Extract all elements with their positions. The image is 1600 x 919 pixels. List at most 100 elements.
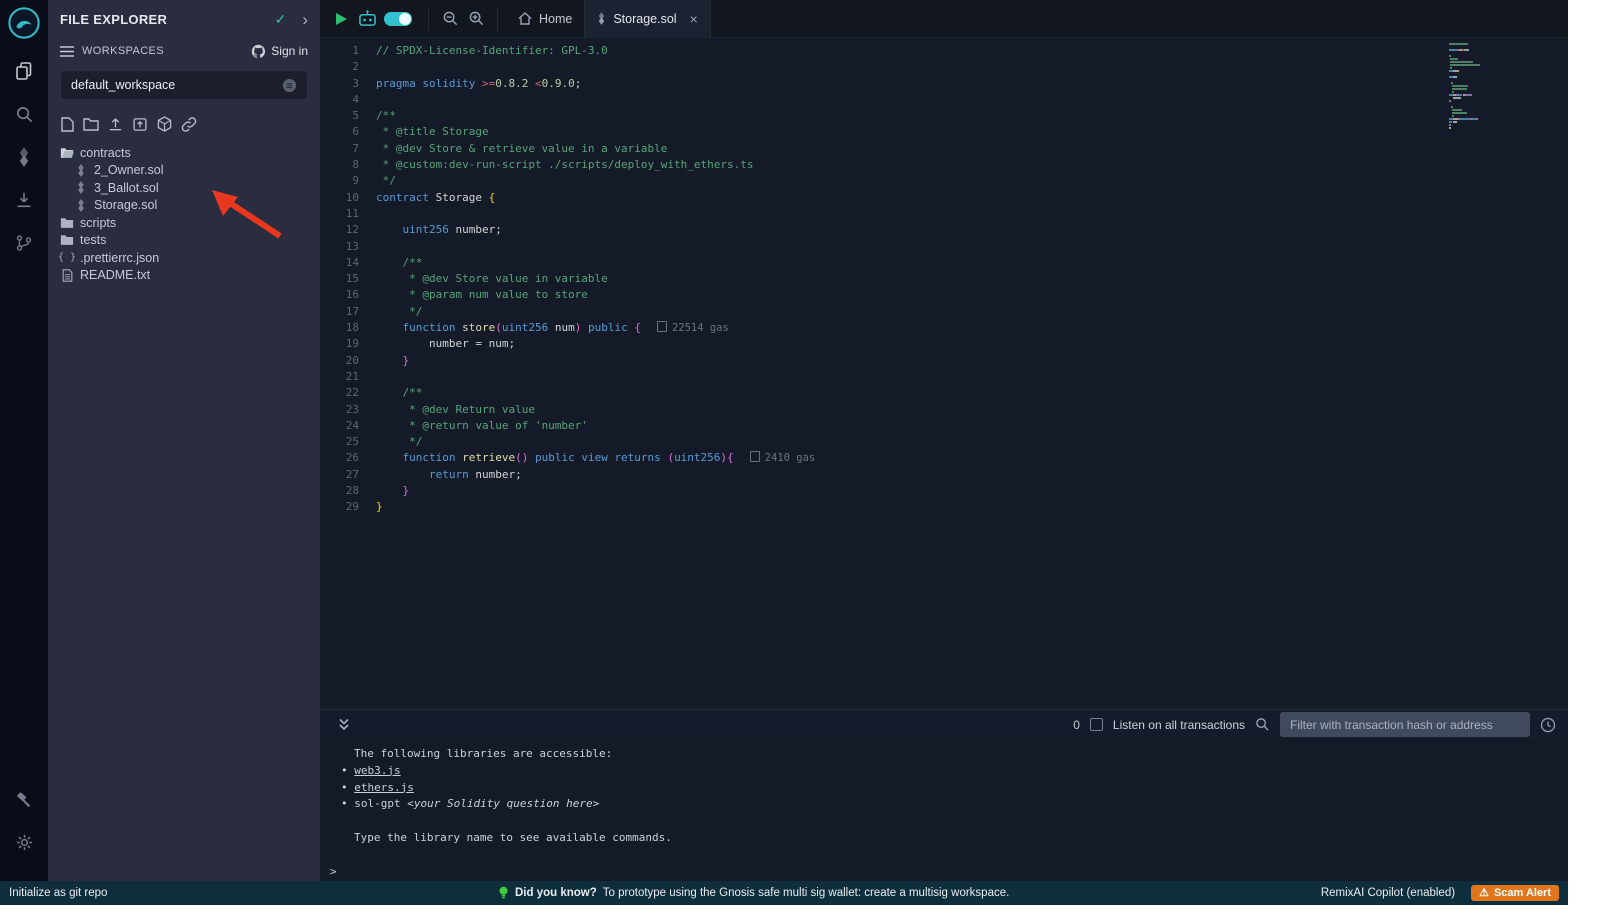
settings-icon[interactable] — [13, 831, 35, 853]
code-line[interactable]: 20 } — [320, 353, 1568, 369]
link-icon[interactable] — [181, 117, 197, 132]
line-number[interactable]: 15 — [320, 271, 376, 287]
line-number[interactable]: 29 — [320, 499, 376, 515]
code-line[interactable]: 15 * @dev Store value in variable — [320, 271, 1568, 287]
init-git-repo-button[interactable]: Initialize as git repo — [0, 887, 107, 899]
new-file-icon[interactable] — [61, 117, 74, 132]
search-icon[interactable] — [13, 103, 35, 125]
line-number[interactable]: 27 — [320, 467, 376, 483]
tree-item-storage-sol[interactable]: Storage.sol — [48, 197, 320, 215]
collapse-terminal-icon[interactable] — [338, 718, 350, 731]
line-number[interactable]: 4 — [320, 92, 376, 108]
code-line[interactable]: 21 — [320, 369, 1568, 385]
listen-checkbox[interactable] — [1090, 718, 1103, 731]
line-number[interactable]: 2 — [320, 59, 376, 75]
line-number[interactable]: 8 — [320, 157, 376, 173]
ai-assistant-icon[interactable] — [354, 7, 380, 31]
code-line[interactable]: 24 * @return value of 'number' — [320, 418, 1568, 434]
code-line[interactable]: 28 } — [320, 483, 1568, 499]
line-number[interactable]: 26 — [320, 450, 376, 466]
check-icon[interactable]: ✓ — [275, 11, 287, 28]
terminal[interactable]: The following libraries are accessible:•… — [320, 739, 1568, 881]
line-number[interactable]: 6 — [320, 124, 376, 140]
code-line[interactable]: 23 * @dev Return value — [320, 402, 1568, 418]
tree-item-contracts[interactable]: contracts — [48, 144, 320, 162]
terminal-link[interactable]: web3.js — [354, 764, 400, 777]
close-tab-icon[interactable]: × — [690, 11, 698, 27]
code-line[interactable]: 14 /** — [320, 255, 1568, 271]
remix-logo[interactable] — [7, 6, 41, 40]
git-icon[interactable] — [13, 232, 35, 254]
upload-file-icon[interactable] — [108, 117, 123, 132]
workspace-options-icon[interactable] — [282, 78, 297, 93]
terminal-link[interactable]: ethers.js — [354, 781, 414, 794]
tree-item-3-ballot-sol[interactable]: 3_Ballot.sol — [48, 179, 320, 197]
code-line[interactable]: 29} — [320, 499, 1568, 515]
hamburger-menu-icon[interactable] — [60, 46, 74, 57]
line-number[interactable]: 21 — [320, 369, 376, 385]
code-line[interactable]: 6 * @title Storage — [320, 124, 1568, 140]
workspace-select[interactable]: default_workspace — [61, 71, 307, 99]
line-number[interactable]: 13 — [320, 239, 376, 255]
code-editor[interactable]: 1// SPDX-License-Identifier: GPL-3.023pr… — [320, 38, 1568, 709]
filter-input[interactable] — [1280, 712, 1530, 737]
sign-in-button[interactable]: Sign in — [251, 44, 308, 59]
code-line[interactable]: 11 — [320, 206, 1568, 222]
tree-item-tests[interactable]: tests — [48, 232, 320, 250]
line-number[interactable]: 11 — [320, 206, 376, 222]
code-line[interactable]: 17 */ — [320, 304, 1568, 320]
line-number[interactable]: 25 — [320, 434, 376, 450]
line-number[interactable]: 19 — [320, 336, 376, 352]
history-clock-icon[interactable] — [1540, 717, 1556, 733]
line-number[interactable]: 9 — [320, 173, 376, 189]
code-line[interactable]: 1// SPDX-License-Identifier: GPL-3.0 — [320, 43, 1568, 59]
code-line[interactable]: 18 function store(uint256 num) public {2… — [320, 320, 1568, 336]
code-line[interactable]: 4 — [320, 92, 1568, 108]
tree-item-readme-txt[interactable]: README.txt — [48, 267, 320, 285]
code-line[interactable]: 3pragma solidity >=0.8.2 <0.9.0; — [320, 76, 1568, 92]
file-explorer-icon[interactable] — [13, 60, 35, 82]
copilot-toggle[interactable] — [384, 12, 412, 26]
line-number[interactable]: 23 — [320, 402, 376, 418]
line-number[interactable]: 7 — [320, 141, 376, 157]
code-line[interactable]: 25 */ — [320, 434, 1568, 450]
code-line[interactable]: 7 * @dev Store & retrieve value in a var… — [320, 141, 1568, 157]
code-line[interactable]: 10contract Storage { — [320, 190, 1568, 206]
solidity-compiler-icon[interactable] — [13, 146, 35, 168]
deploy-run-icon[interactable] — [13, 189, 35, 211]
line-number[interactable]: 24 — [320, 418, 376, 434]
tab-storage-sol[interactable]: Storage.sol × — [584, 0, 710, 38]
code-line[interactable]: 5/** — [320, 108, 1568, 124]
code-line[interactable]: 8 * @custom:dev-run-script ./scripts/dep… — [320, 157, 1568, 173]
code-line[interactable]: 9 */ — [320, 173, 1568, 189]
line-number[interactable]: 28 — [320, 483, 376, 499]
copilot-status[interactable]: RemixAI Copilot (enabled) — [1321, 887, 1455, 899]
tree-item-2-owner-sol[interactable]: 2_Owner.sol — [48, 162, 320, 180]
line-number[interactable]: 5 — [320, 108, 376, 124]
run-script-button[interactable] — [328, 7, 354, 31]
line-number[interactable]: 18 — [320, 320, 376, 336]
code-line[interactable]: 16 * @param num value to store — [320, 287, 1568, 303]
code-line[interactable]: 22 /** — [320, 385, 1568, 401]
plugin-manager-icon[interactable] — [13, 789, 35, 811]
minimap[interactable] — [1449, 43, 1511, 130]
tab-home[interactable]: Home — [506, 0, 584, 38]
line-number[interactable]: 10 — [320, 190, 376, 206]
zoom-out-icon[interactable] — [437, 7, 463, 31]
tree-item--prettierrc-json[interactable]: { }.prettierrc.json — [48, 249, 320, 267]
line-number[interactable]: 16 — [320, 287, 376, 303]
code-line[interactable]: 26 function retrieve() public view retur… — [320, 450, 1568, 466]
code-line[interactable]: 19 number = num; — [320, 336, 1568, 352]
line-number[interactable]: 12 — [320, 222, 376, 238]
upload-folder-icon[interactable] — [132, 117, 148, 132]
line-number[interactable]: 1 — [320, 43, 376, 59]
line-number[interactable]: 3 — [320, 76, 376, 92]
cube-icon[interactable] — [157, 116, 172, 132]
tree-item-scripts[interactable]: scripts — [48, 214, 320, 232]
code-line[interactable]: 12 uint256 number; — [320, 222, 1568, 238]
line-number[interactable]: 17 — [320, 304, 376, 320]
chevron-right-icon[interactable]: › — [302, 11, 308, 28]
code-line[interactable]: 13 — [320, 239, 1568, 255]
code-line[interactable]: 27 return number; — [320, 467, 1568, 483]
new-folder-icon[interactable] — [83, 117, 99, 131]
